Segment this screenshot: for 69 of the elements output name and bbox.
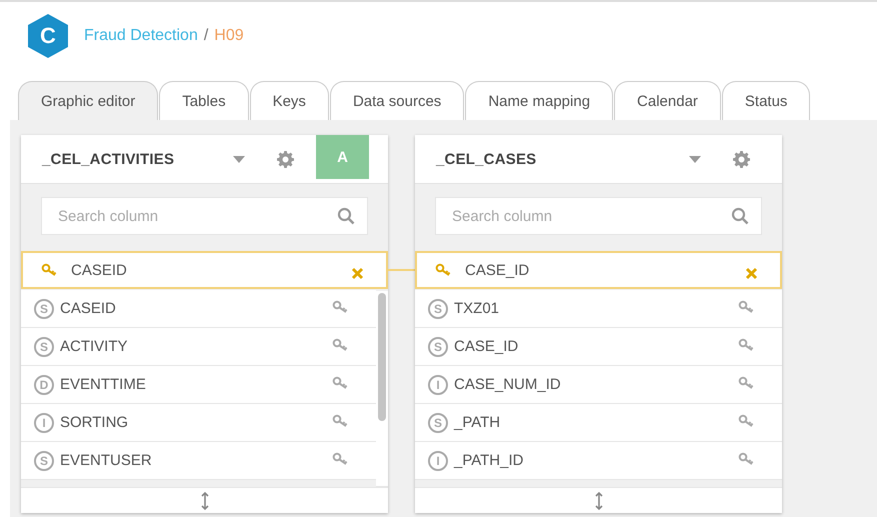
tab[interactable]: Data sources (330, 81, 464, 120)
relationship-line (388, 269, 415, 271)
breadcrumb-separator: / (204, 27, 208, 45)
remove-icon[interactable] (351, 266, 364, 280)
key-icon (435, 263, 451, 277)
tab[interactable]: Calendar (614, 81, 721, 120)
key-icon[interactable] (738, 414, 754, 428)
column-row[interactable]: D EVENTTIME (21, 366, 376, 404)
tab[interactable]: Name mapping (465, 81, 614, 120)
column-name: _PATH_ID (454, 452, 524, 469)
key-icon[interactable] (332, 300, 348, 314)
column-row[interactable]: S CASE_ID (415, 328, 782, 366)
tab[interactable]: Keys (250, 81, 329, 120)
key-icon[interactable] (332, 452, 348, 466)
app-logo[interactable]: C (26, 13, 70, 59)
dropdown-caret-icon[interactable] (689, 156, 701, 162)
remove-icon[interactable] (745, 266, 758, 280)
type-badge: D (34, 374, 54, 394)
key-icon[interactable] (738, 452, 754, 466)
key-icon[interactable] (332, 414, 348, 428)
column-name: TXZ01 (454, 300, 500, 317)
column-name: CASE_NUM_ID (454, 376, 562, 393)
type-badge: S (428, 298, 448, 318)
key-icon[interactable] (738, 376, 754, 390)
column-row[interactable]: I _PATH_ID (415, 442, 782, 480)
column-row[interactable]: S EVENTUSER (21, 442, 376, 480)
resize-handle-icon[interactable] (200, 492, 208, 510)
column-row[interactable]: S _PATH (415, 404, 782, 442)
column-name: CASE_ID (465, 262, 530, 278)
type-badge: S (34, 450, 54, 470)
column-row[interactable]: S CASEID (21, 290, 376, 328)
key-icon[interactable] (332, 376, 348, 390)
dropdown-caret-icon[interactable] (233, 156, 245, 162)
table-name: _CEL_CASES (436, 150, 538, 168)
settings-icon[interactable] (733, 150, 750, 168)
column-row[interactable]: I SORTING (21, 404, 376, 442)
type-badge: I (428, 450, 448, 470)
type-badge: I (428, 374, 448, 394)
key-column-row[interactable]: CASE_ID (415, 251, 782, 289)
table-name: _CEL_ACTIVITIES (42, 150, 176, 168)
resize-handle-icon[interactable] (594, 492, 602, 510)
type-badge: S (34, 298, 54, 318)
column-row[interactable]: I CASE_NUM_ID (415, 366, 782, 404)
column-name: EVENTUSER (60, 452, 153, 469)
type-badge: I (34, 412, 54, 432)
settings-icon[interactable] (277, 150, 294, 168)
column-name: SORTING (60, 414, 130, 431)
key-icon[interactable] (738, 300, 754, 314)
column-name: CASEID (60, 300, 117, 317)
type-badge: S (428, 336, 448, 356)
column-name: ACTIVITY (60, 338, 129, 355)
column-name: CASEID (71, 262, 128, 278)
table-alias-badge: A (316, 135, 369, 179)
column-name: CASE_ID (454, 338, 520, 355)
breadcrumb-current: H09 (214, 27, 244, 45)
tab[interactable]: Status (722, 81, 810, 120)
column-name: _PATH (454, 414, 502, 431)
key-icon (41, 263, 57, 277)
tab[interactable]: Tables (159, 81, 249, 120)
type-badge: S (34, 336, 54, 356)
tab[interactable]: Graphic editor (18, 81, 158, 120)
column-name: EVENTTIME (60, 376, 147, 393)
column-row[interactable]: S ACTIVITY (21, 328, 376, 366)
key-icon[interactable] (738, 338, 754, 352)
key-column-row[interactable]: CASEID (21, 251, 388, 289)
column-row[interactable]: S TXZ01 (415, 290, 782, 328)
scrollbar-thumb[interactable] (378, 293, 386, 421)
key-icon[interactable] (332, 338, 348, 352)
type-badge: S (428, 412, 448, 432)
